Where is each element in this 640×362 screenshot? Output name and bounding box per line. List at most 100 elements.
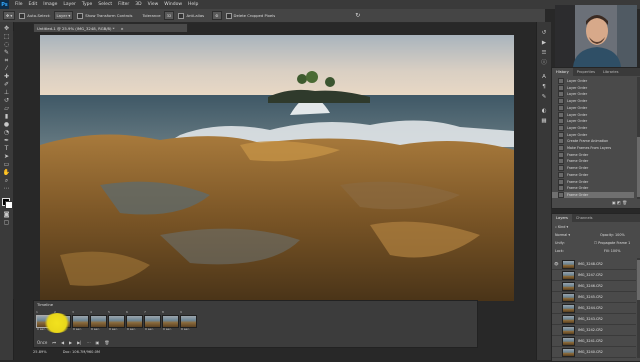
history-item[interactable]: Frame Order xyxy=(552,171,634,178)
anti-alias-checkbox[interactable] xyxy=(178,12,185,19)
timeline-frame[interactable]: 40 sec. xyxy=(90,310,107,334)
propagate-frame-checkbox[interactable]: ☐ Propagate Frame 1 xyxy=(594,240,630,246)
loop-dropdown[interactable]: Once xyxy=(37,340,47,345)
screen-mode-icon[interactable]: ▢ xyxy=(2,219,11,226)
history-item[interactable]: Frame Order xyxy=(552,151,634,158)
character-panel-icon[interactable]: A xyxy=(540,74,548,81)
auto-select-checkbox[interactable] xyxy=(19,12,26,19)
layer-row[interactable]: IMG_3245.CR2 xyxy=(552,292,636,303)
history-brush-tool-icon[interactable]: ↺ xyxy=(2,97,11,104)
layer-row[interactable]: IMG_3240.CR2 xyxy=(552,347,636,358)
delete-frame-icon[interactable]: 🗑 xyxy=(104,340,109,345)
layer-row[interactable]: IMG_3243.CR2 xyxy=(552,314,636,325)
dodge-tool-icon[interactable]: ◔ xyxy=(2,129,11,136)
menu-file[interactable]: File xyxy=(15,2,23,7)
history-item[interactable]: Frame Order xyxy=(552,158,634,165)
tab-properties[interactable]: Properties xyxy=(573,68,599,76)
zoom-level[interactable]: 25.89% xyxy=(33,350,47,354)
tab-layers[interactable]: Layers xyxy=(552,214,572,222)
tab-libraries[interactable]: Libraries xyxy=(599,68,623,76)
document-tab[interactable]: Untitled-1 @ 25.9% (IMG_3248, RGB/8) * × xyxy=(33,23,188,32)
layer-row[interactable]: IMG_3242.CR2 xyxy=(552,325,636,336)
marquee-tool-icon[interactable]: ⬚ xyxy=(2,33,11,40)
timeline-frame[interactable]: 60 sec. xyxy=(126,310,143,334)
path-select-tool-icon[interactable]: ➤ xyxy=(2,153,11,160)
tween-icon[interactable]: ⋯ xyxy=(87,340,91,345)
layer-row[interactable]: 👁 IMG_3248.CR2 xyxy=(552,259,636,270)
tool-preset-button[interactable]: ✥ ▾ xyxy=(3,11,16,20)
history-item-current[interactable]: Frame Order xyxy=(552,191,634,199)
swatches-panel-icon[interactable]: ▦ xyxy=(540,118,548,125)
delete-cropped-checkbox[interactable] xyxy=(225,12,232,19)
history-item[interactable]: Layer Order xyxy=(552,84,634,91)
history-item[interactable]: Layer Order xyxy=(552,124,634,131)
history-item[interactable]: Make Frames From Layers xyxy=(552,145,634,152)
previous-frame-icon[interactable]: ◀ xyxy=(61,340,64,345)
play-icon[interactable]: ▶ xyxy=(69,340,72,345)
auto-select-dropdown[interactable]: Layer ▾ xyxy=(53,11,74,20)
layer-row[interactable]: IMG_3244.CR2 xyxy=(552,303,636,314)
adjustments-panel-icon[interactable]: ◐ xyxy=(540,108,548,115)
layer-row[interactable]: IMG_3246.CR2 xyxy=(552,281,636,292)
menu-select[interactable]: Select xyxy=(98,2,112,7)
crop-tool-icon[interactable]: ⌗ xyxy=(2,57,11,64)
document-canvas-image[interactable] xyxy=(40,35,514,301)
timeline-frame[interactable]: 70 sec. xyxy=(144,310,161,334)
history-footer-icons[interactable]: ▣ ◩ 🗑 xyxy=(612,200,627,205)
close-icon[interactable]: × xyxy=(121,26,124,31)
history-item[interactable]: Layer Order xyxy=(552,118,634,125)
history-item[interactable]: Frame Order xyxy=(552,185,634,192)
history-item[interactable]: Layer Order xyxy=(552,131,634,138)
menu-3d[interactable]: 3D xyxy=(135,2,141,7)
history-panel-icon[interactable]: ↺ xyxy=(540,30,548,37)
timeline-frame[interactable]: 80 sec. xyxy=(162,310,179,334)
transform-controls-checkbox[interactable] xyxy=(77,12,84,19)
clone-stamp-tool-icon[interactable]: ⊥ xyxy=(2,89,11,96)
zoom-tool-icon[interactable]: ⌕ xyxy=(2,177,11,184)
timeline-frame[interactable]: 90 sec. xyxy=(180,310,197,334)
menu-image[interactable]: Image xyxy=(43,2,57,7)
history-item[interactable]: Layer Order xyxy=(552,111,634,118)
history-item[interactable]: Layer Order xyxy=(552,78,634,85)
history-item[interactable]: Frame Order xyxy=(552,165,634,172)
play-panel-icon[interactable]: ▶ xyxy=(540,40,548,47)
move-tool-icon[interactable]: ✥ xyxy=(2,25,11,32)
properties-panel-icon[interactable]: ☰ xyxy=(540,50,548,57)
timeline-frame[interactable]: 30 sec. xyxy=(72,310,89,334)
history-item[interactable]: Create Frame Animation xyxy=(552,138,634,145)
first-frame-icon[interactable]: ⏮ xyxy=(52,340,56,345)
blend-mode-dropdown[interactable]: Normal ▾ xyxy=(555,232,570,238)
fill-control[interactable]: Fill: 100% xyxy=(604,248,620,254)
next-frame-icon[interactable]: ▶| xyxy=(77,340,81,345)
more-tools-icon[interactable]: ⋯ xyxy=(2,185,11,192)
menu-type[interactable]: Type xyxy=(82,2,92,7)
paragraph-panel-icon[interactable]: ¶ xyxy=(540,84,548,91)
background-color-swatch[interactable] xyxy=(5,201,13,209)
layer-row[interactable]: IMG_3241.CR2 xyxy=(552,336,636,347)
history-item[interactable]: Frame Order xyxy=(552,178,634,185)
brush-tool-icon[interactable]: ✐ xyxy=(2,81,11,88)
quick-select-tool-icon[interactable]: ✎ xyxy=(2,49,11,56)
shape-tool-icon[interactable]: ▭ xyxy=(2,161,11,168)
menu-layer[interactable]: Layer xyxy=(63,2,76,7)
info-panel-icon[interactable]: ⓘ xyxy=(540,60,548,67)
blur-tool-icon[interactable]: ● xyxy=(2,121,11,128)
settings-gear-button[interactable]: ⚙ xyxy=(212,11,222,20)
duplicate-frame-icon[interactable]: ▣ xyxy=(96,340,100,345)
menu-filter[interactable]: Filter xyxy=(118,2,129,7)
timeline-frame[interactable]: 50 sec. xyxy=(108,310,125,334)
eraser-tool-icon[interactable]: ▱ xyxy=(2,105,11,112)
lasso-tool-icon[interactable]: ◌ xyxy=(2,41,11,48)
history-item[interactable]: Layer Order xyxy=(552,104,634,111)
type-tool-icon[interactable]: T xyxy=(2,145,11,152)
menu-help[interactable]: Help xyxy=(188,2,198,7)
opacity-control[interactable]: Opacity: 100% xyxy=(600,232,625,238)
history-item[interactable]: Layer Order xyxy=(552,91,634,98)
tab-history[interactable]: History xyxy=(552,68,573,76)
history-item[interactable]: Layer Order xyxy=(552,98,634,105)
eyedropper-tool-icon[interactable]: ⁄ xyxy=(2,65,11,72)
menu-view[interactable]: View xyxy=(148,2,159,7)
hand-tool-icon[interactable]: ✋ xyxy=(2,169,11,176)
layer-row[interactable]: IMG_3247.CR2 xyxy=(552,270,636,281)
tab-channels[interactable]: Channels xyxy=(572,214,597,222)
